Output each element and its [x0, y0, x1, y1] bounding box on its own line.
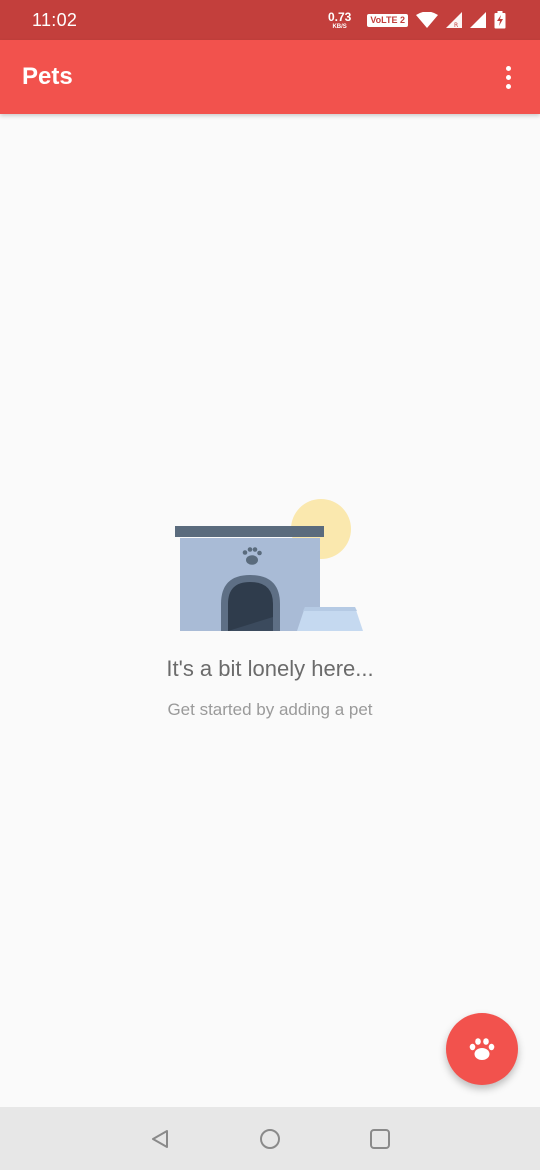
add-pet-button[interactable]	[446, 1013, 518, 1085]
status-bar: 11:02 0.73 KB/S VoLTE 2 R	[0, 0, 540, 40]
empty-state-subtitle: Get started by adding a pet	[167, 700, 373, 719]
app-bar: Pets	[0, 40, 540, 114]
home-icon[interactable]	[255, 1124, 285, 1154]
svg-text:R: R	[454, 22, 458, 28]
volte-badge: VoLTE 2	[367, 13, 408, 27]
network-speed: 0.73 KB/S	[328, 11, 351, 30]
recents-icon[interactable]	[365, 1124, 395, 1154]
more-vert-icon[interactable]	[496, 57, 520, 97]
dog-house-illustration	[170, 496, 370, 636]
signal-r-icon: R	[446, 12, 462, 28]
app-title: Pets	[22, 63, 73, 90]
empty-state-title: It's a bit lonely here...	[166, 656, 374, 681]
back-icon[interactable]	[145, 1124, 175, 1154]
battery-charging-icon	[494, 11, 506, 29]
status-time: 11:02	[32, 9, 78, 30]
paw-icon	[469, 1038, 495, 1060]
navigation-bar	[0, 1107, 540, 1170]
house-roof	[175, 526, 324, 537]
status-icons: 0.73 KB/S VoLTE 2 R	[328, 11, 506, 30]
wifi-icon	[416, 12, 438, 28]
network-speed-unit: KB/S	[332, 23, 347, 30]
network-speed-value: 0.73	[327, 9, 352, 24]
signal-icon	[470, 12, 486, 28]
